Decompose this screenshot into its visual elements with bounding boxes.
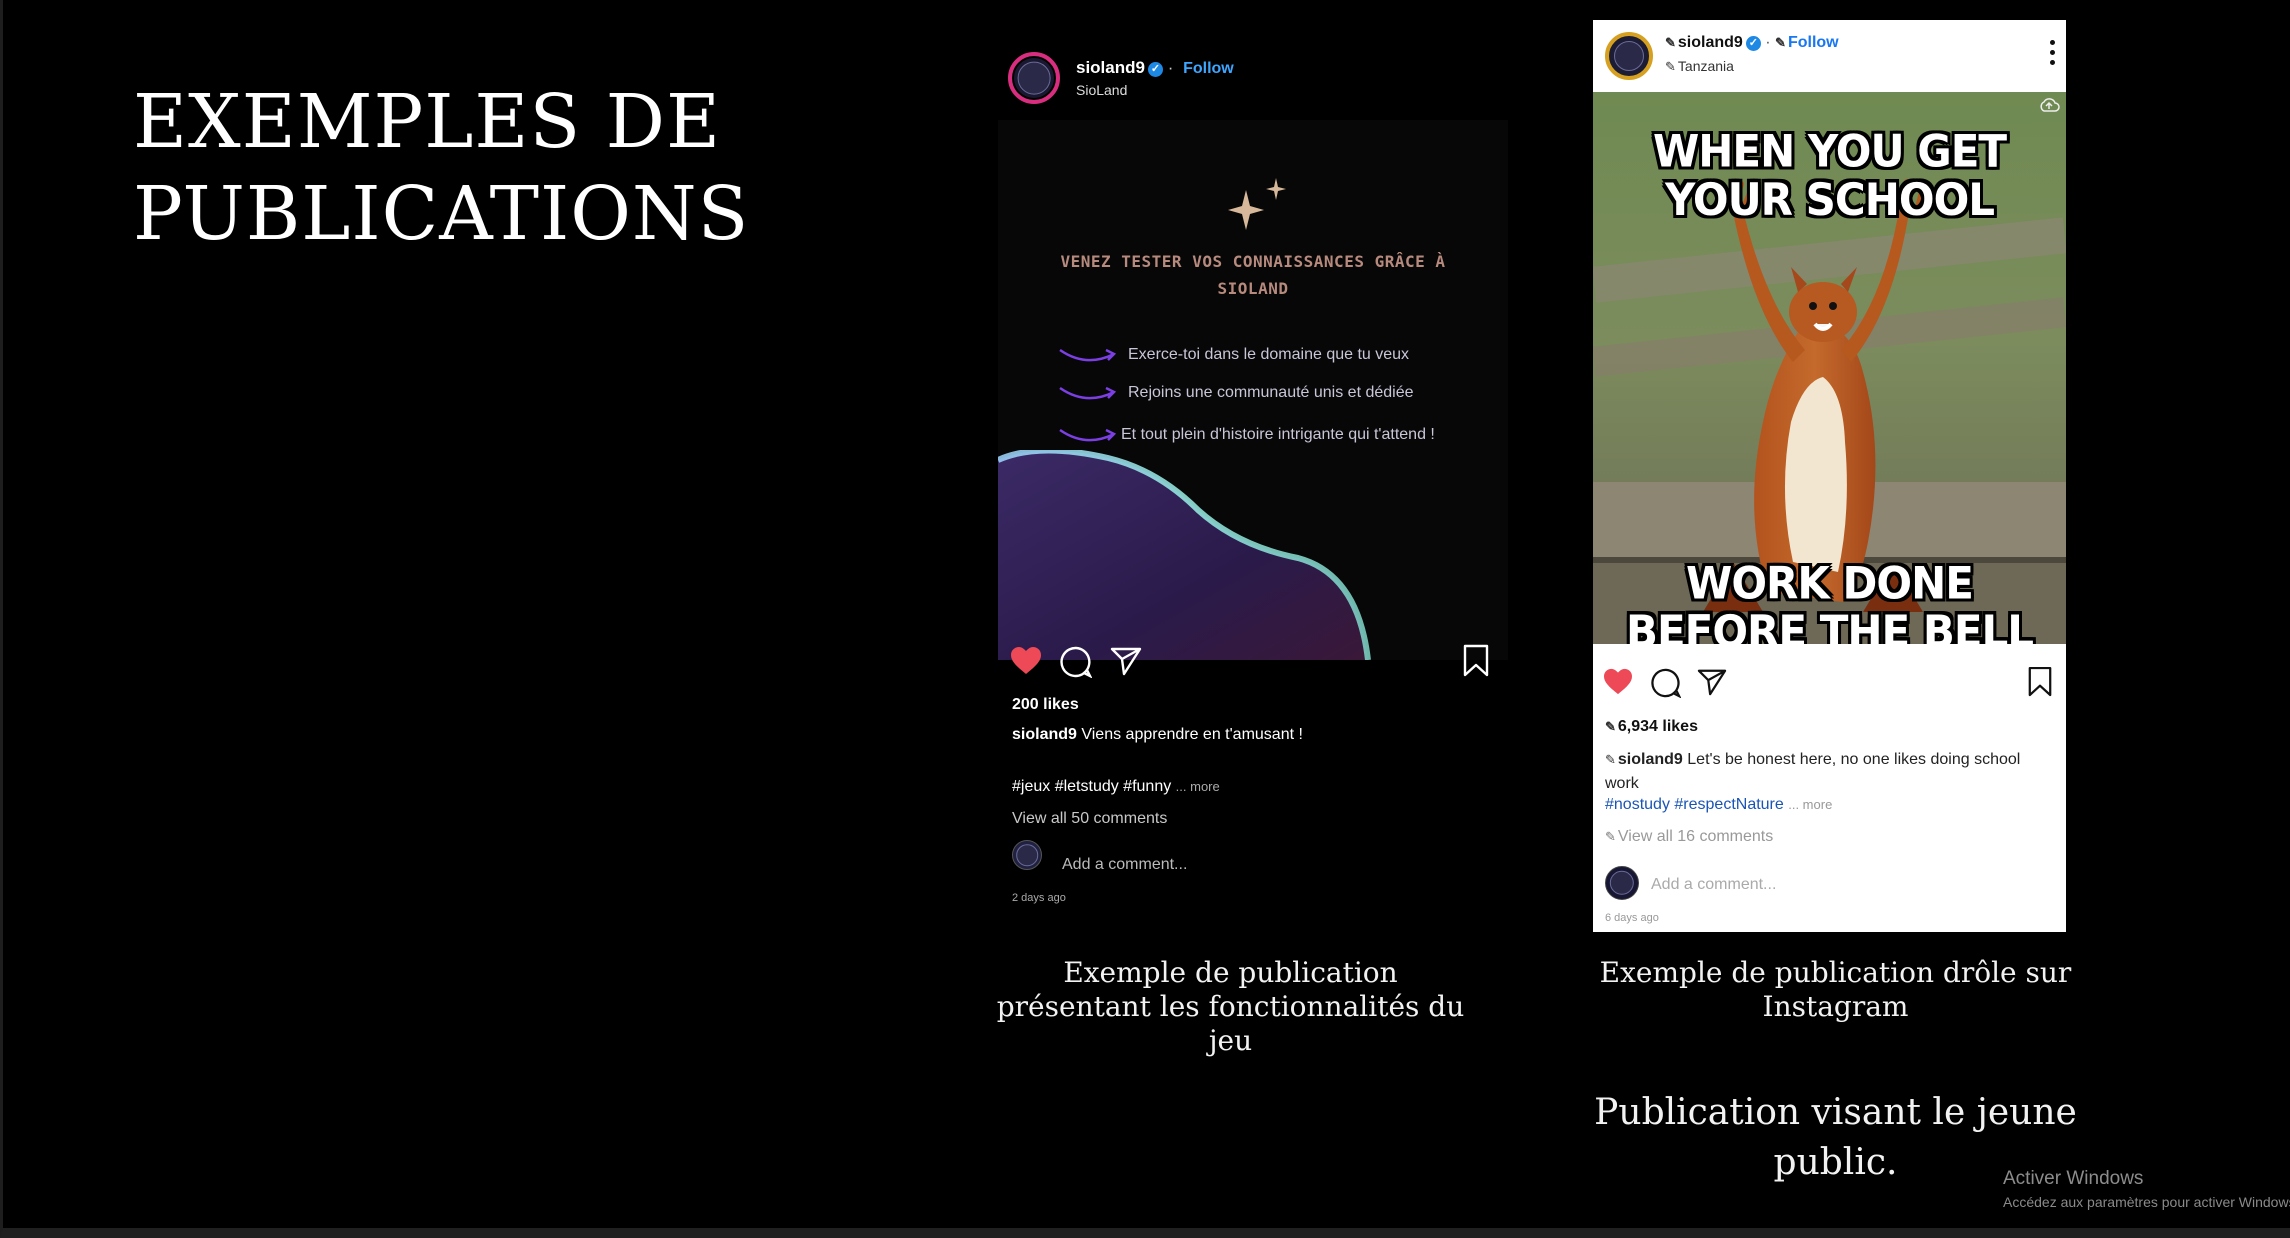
post-location: ✎ Tanzania [1665, 58, 1734, 75]
slide: EXEMPLES DE PUBLICATIONS sioland9 ✓ · Fol… [0, 0, 2290, 1238]
pencil-icon: ✎ [1665, 35, 1676, 50]
username[interactable]: sioland9 [1678, 34, 1743, 51]
avatar[interactable] [1605, 32, 1653, 80]
add-comment-row: Add a comment... [1012, 840, 1492, 880]
share-icon[interactable] [1110, 646, 1142, 676]
caption-feature-post: Exemple de publication présentant les fo… [996, 956, 1465, 1057]
avatar[interactable] [1008, 52, 1060, 104]
curved-arrow-icon [1059, 348, 1117, 362]
follow-button[interactable]: Follow [1183, 60, 1234, 77]
caption-funny-post: Exemple de publication drôle sur Instagr… [1599, 956, 2072, 1023]
slide-title-line1: EXEMPLES DE [133, 79, 722, 165]
post-header: sioland9 ✓ · Follow SioLand [1008, 48, 1488, 108]
post-headline: VENEZ TESTER VOS CONNAISSANCES GRÂCE À S… [1060, 252, 1446, 298]
feature-text: Et tout plein d'histoire intrigante qui … [1121, 426, 1435, 443]
meme-bottom-text: WORK DONE BEFORE THE BELL [1625, 557, 2034, 644]
share-icon[interactable] [1697, 668, 1727, 696]
hashtags[interactable]: #jeux #letstudy #funny [1012, 778, 1171, 795]
slide-title: EXEMPLES DE PUBLICATIONS [133, 76, 833, 260]
more-options-icon[interactable] [2050, 40, 2056, 70]
post-hashtags: #jeux #letstudy #funny ... more [1012, 778, 1220, 796]
sparkle-icon [1228, 178, 1286, 230]
bookmark-icon[interactable] [1462, 644, 1490, 678]
watermark-subtitle: Accédez aux paramètres pour activer Wind… [2003, 1194, 2290, 1210]
hashtag[interactable]: #nostudy [1605, 796, 1670, 813]
caption-username[interactable]: sioland9 [1618, 751, 1683, 768]
watermark-title: Activer Windows [2003, 1168, 2144, 1189]
commenter-avatar [1012, 840, 1042, 870]
curved-arrow-icon [1059, 386, 1117, 400]
decorative-blob [998, 450, 1371, 660]
add-comment-input[interactable]: Add a comment... [1062, 856, 1187, 874]
verified-badge-icon: ✓ [1147, 62, 1163, 77]
post-username-row: sioland9 ✓ · Follow [1076, 58, 1234, 77]
hashtag[interactable]: #respectNature [1674, 796, 1783, 813]
heart-icon[interactable] [1010, 646, 1042, 676]
verified-badge-icon: ✓ [1745, 36, 1761, 51]
caption-username[interactable]: sioland9 [1012, 726, 1077, 743]
light-instagram-post: ✎ sioland9 ✓ · ✎ Follow ✎ Tanzania WHEN … [1593, 20, 2066, 932]
post-actions [1593, 652, 2066, 702]
post-image[interactable]: VENEZ TESTER VOS CONNAISSANCES GRÂCE À S… [998, 120, 1508, 660]
heart-icon[interactable] [1603, 668, 1633, 696]
feature-text: Rejoins une communauté unis et dédiée [1128, 384, 1414, 401]
view-all-text: View all 16 comments [1617, 828, 1774, 845]
pencil-icon: ✎ [1605, 829, 1616, 844]
meme-top-text: WHEN YOU GET YOUR SCHOOL [1652, 125, 2007, 226]
slide-title-line2: PUBLICATIONS [133, 171, 750, 257]
curved-arrow-icon [1059, 428, 1117, 442]
likes-count[interactable]: ✎ 6,934 likes [1605, 718, 1698, 736]
pencil-icon: ✎ [1665, 59, 1676, 74]
comment-icon[interactable] [1651, 668, 1681, 698]
meme-image[interactable]: WHEN YOU GET YOUR SCHOOL WORK DONE BEFOR… [1593, 92, 2066, 644]
post-timestamp: 6 days ago [1605, 912, 1659, 924]
view-all-comments-link[interactable]: View all 50 comments [1012, 810, 1167, 828]
post-timestamp: 2 days ago [1012, 892, 1066, 904]
bookmark-icon[interactable] [2027, 666, 2053, 698]
username[interactable]: sioland9 [1076, 58, 1145, 77]
likes-text: 6,934 likes [1617, 718, 1698, 735]
post-username-row: ✎ sioland9 ✓ · ✎ Follow [1665, 34, 1839, 51]
account-subtitle: SioLand [1076, 82, 1128, 98]
view-all-comments-link[interactable]: ✎ View all 16 comments [1605, 828, 1773, 846]
pencil-icon: ✎ [1775, 35, 1786, 50]
post-hashtags: #nostudy #respectNature ... more [1605, 796, 1832, 814]
location-text[interactable]: Tanzania [1678, 58, 1734, 74]
commenter-avatar [1605, 866, 1639, 900]
feature-text: Exerce-toi dans le domaine que tu veux [1128, 346, 1410, 363]
pencil-icon: ✎ [1605, 719, 1616, 734]
pencil-icon: ✎ [1605, 752, 1616, 767]
likes-count[interactable]: 200 likes [1012, 696, 1079, 714]
post-caption: ✎ sioland9 Let's be honest here, no one l… [1605, 748, 2045, 796]
caption-text: Viens apprendre en t'amusant ! [1081, 726, 1303, 743]
upload-cloud-icon[interactable] [2038, 96, 2060, 114]
comment-icon[interactable] [1060, 646, 1092, 678]
follow-button[interactable]: Follow [1788, 34, 1839, 51]
windows-activation-watermark: Activer Windows Accédez aux paramètres p… [2003, 1168, 2290, 1210]
feature-item: Et tout plein d'histoire intrigante qui … [1058, 422, 1498, 452]
more-link[interactable]: ... more [1788, 797, 1832, 812]
feature-item: Rejoins une communauté unis et dédiée [1058, 380, 1498, 410]
post-caption: sioland9 Viens apprendre en t'amusant ! [1012, 726, 1492, 744]
feature-item: Exerce-toi dans le domaine que tu veux [1058, 342, 1498, 372]
dark-instagram-post: sioland9 ✓ · Follow SioLand VENEZ TESTER … [998, 40, 1508, 920]
add-comment-input[interactable]: Add a comment... [1651, 876, 1776, 894]
more-link[interactable]: ... more [1176, 779, 1220, 794]
post-actions [998, 632, 1508, 682]
